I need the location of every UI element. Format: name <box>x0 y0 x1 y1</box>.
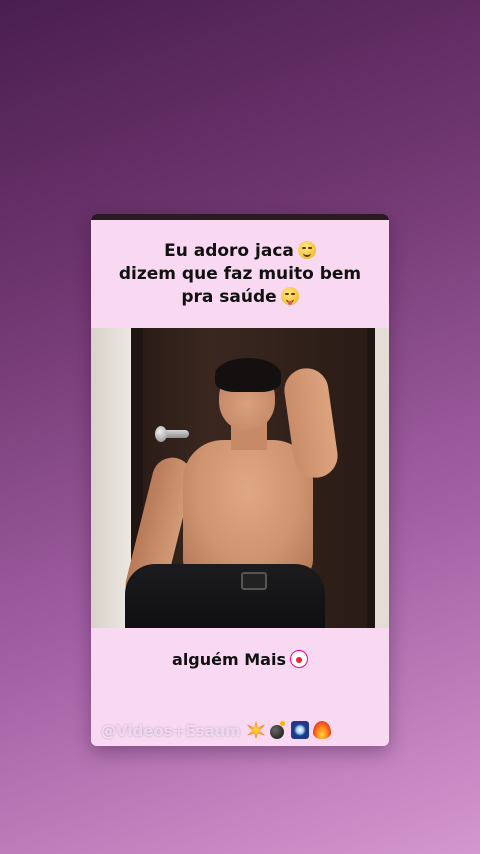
story-card[interactable]: Eu adoro jaca dizem que faz muito bem pr… <box>91 214 389 746</box>
face-savoring-food-icon <box>280 286 299 305</box>
door-handle <box>155 426 189 442</box>
shushing-face-icon <box>297 240 316 259</box>
caption-line-1-text: Eu adoro jaca <box>164 240 294 261</box>
wall-right <box>375 328 389 628</box>
caption-line-3-text: pra saúde <box>181 286 277 307</box>
fire-icon <box>313 721 331 739</box>
belt-buckle <box>241 572 267 590</box>
collision-icon <box>247 721 265 739</box>
caption-line-3: pra saúde <box>181 286 299 309</box>
watermark-emoji-row <box>247 721 331 739</box>
video-frame[interactable] <box>91 328 389 628</box>
caption-line-2: dizem que faz muito bem <box>118 263 362 284</box>
caption-bottom: alguém Mais @Videos+Esaum <box>91 628 389 746</box>
firework-icon <box>291 721 309 739</box>
caption-top: Eu adoro jaca dizem que faz muito bem pr… <box>91 220 389 328</box>
caption-line-1: Eu adoro jaca <box>164 240 316 263</box>
caption-bottom-text: alguém Mais <box>172 650 286 669</box>
bomb-icon <box>269 721 287 739</box>
caption-bottom-line: alguém Mais <box>91 650 389 669</box>
watermark-text: @Videos+Esaum <box>101 722 241 740</box>
clown-face-icon <box>289 650 308 668</box>
person-hair <box>215 358 281 392</box>
person-pants <box>125 564 325 628</box>
